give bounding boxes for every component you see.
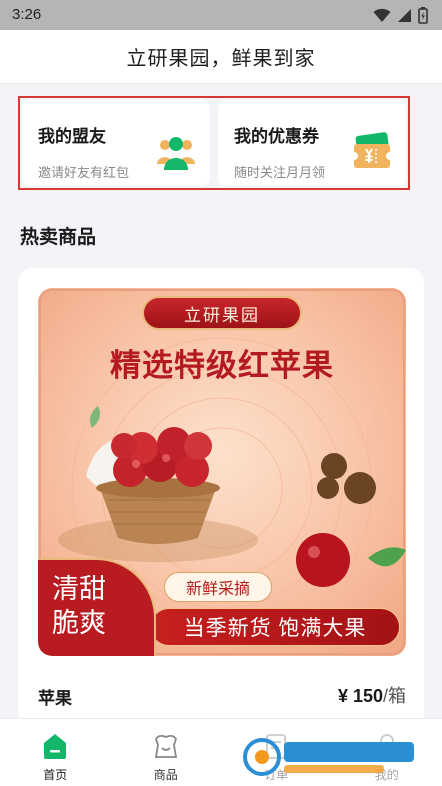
tab-label: 商品	[153, 768, 178, 782]
app-header: 立研果园，鲜果到家	[0, 30, 442, 84]
price-value: ¥ 150	[337, 686, 383, 706]
battery-icon	[418, 7, 428, 24]
my-coupons-card[interactable]: 我的优惠券 随时关注月月领	[218, 100, 406, 186]
badge-line-2: 脆爽	[52, 608, 106, 638]
tab-home[interactable]: 首页	[0, 719, 111, 786]
banner-slogan: 当季新货 饱满大果	[150, 608, 400, 646]
product-banner[interactable]: 立研果园 精选特级红苹果 新鲜采摘 当季新货 饱满大果 清甜 脆爽	[38, 288, 406, 656]
tab-goods[interactable]: 商品	[111, 719, 222, 786]
watermark-logo	[240, 732, 424, 782]
banner-badge: 清甜 脆爽	[38, 558, 156, 656]
card-title: 我的盟友	[38, 127, 106, 146]
product-price: ¥ 150/箱	[338, 682, 406, 708]
price-unit: /箱	[382, 686, 406, 706]
goods-icon	[154, 734, 177, 758]
card-title: 我的优惠券	[234, 127, 319, 146]
page-title: 立研果园，鲜果到家	[126, 48, 316, 70]
tab-label: 首页	[43, 768, 68, 782]
wifi-icon	[373, 8, 391, 22]
card-subtitle: 随时关注月月领	[234, 165, 326, 180]
badge-line-1: 清甜	[52, 574, 106, 604]
product-name: 苹果	[38, 689, 72, 708]
section-title: 热卖商品	[20, 227, 97, 248]
coupon-icon	[352, 132, 392, 168]
friends-icon	[157, 137, 195, 170]
banner-tag: 新鲜采摘	[164, 572, 272, 602]
my-allies-card[interactable]: 我的盟友 邀请好友有红包	[22, 100, 210, 186]
status-time: 3:26	[12, 6, 42, 23]
status-icons	[373, 7, 428, 24]
card-subtitle: 邀请好友有红包	[38, 165, 130, 180]
product-card[interactable]: 立研果园 精选特级红苹果 新鲜采摘 当季新货 饱满大果 清甜 脆爽 苹果 ¥ 1…	[18, 268, 424, 728]
status-bar: 3:26	[0, 0, 442, 30]
home-icon	[44, 734, 67, 759]
quick-cards: 我的盟友 邀请好友有红包 我的优惠券 随时关注月月领	[18, 96, 410, 190]
signal-icon	[398, 9, 411, 22]
